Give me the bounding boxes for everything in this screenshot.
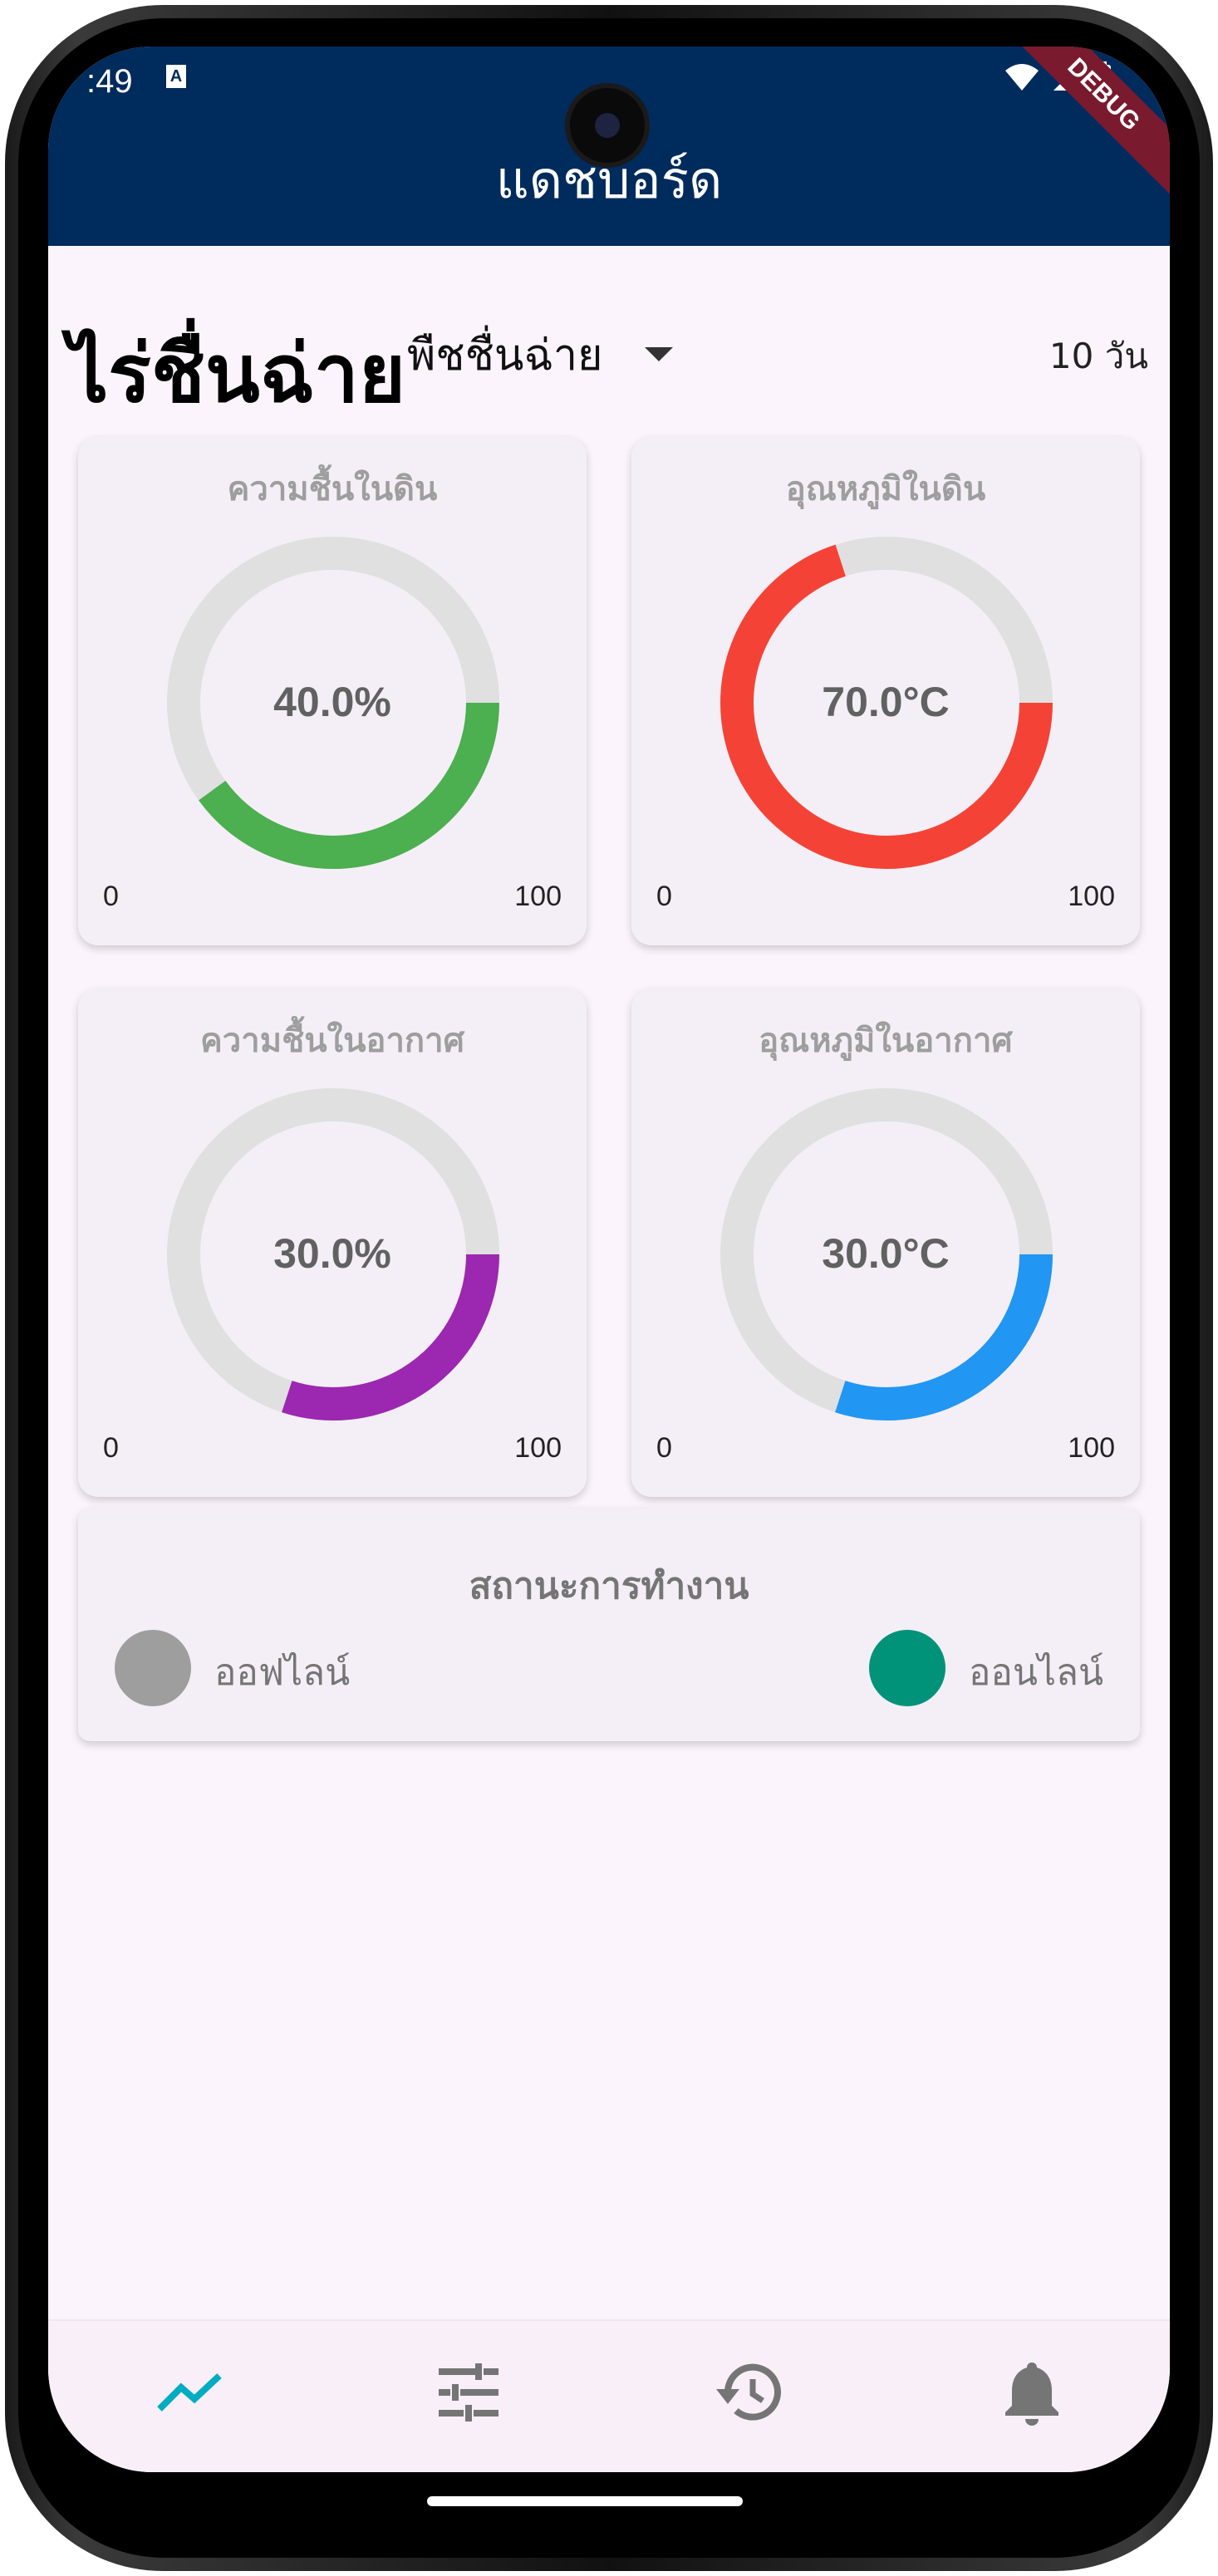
gauge-title: ความชื้นในดิน <box>227 470 438 508</box>
soil-temperature-card: อุณหภูมิในดิน 70.0°C 0 100 <box>631 437 1140 945</box>
gauge-max: 100 <box>1068 1432 1115 1464</box>
crop-dropdown-value: พืชชื่นฉ่าย <box>407 330 603 380</box>
soil-moisture-card: ความชื้นในดิน 40.0% 0 100 <box>78 437 587 945</box>
nav-history[interactable] <box>708 2351 791 2434</box>
status-time: :49 <box>86 63 133 100</box>
gauge-max: 100 <box>514 1432 562 1464</box>
days-label: 10 วัน <box>1049 336 1148 376</box>
gauge-max: 100 <box>514 881 562 912</box>
offline-indicator-icon <box>115 1630 191 1706</box>
online-indicator-icon <box>869 1630 945 1706</box>
gauge-value: 30.0% <box>273 1230 391 1277</box>
farm-title: ไร่ชื่นฉ่าย <box>68 327 406 420</box>
nav-dashboard[interactable] <box>148 2351 231 2434</box>
screen: :49 A แดชบอร์ด DEBUG ไร่ชื่นฉ่าย พืชชื่น… <box>48 47 1170 2472</box>
work-status-card: สถานะการทำงาน ออฟไลน์ ออนไลน์ <box>78 1509 1140 1741</box>
wifi-icon <box>1005 64 1039 91</box>
nav-controls[interactable] <box>427 2351 510 2434</box>
history-icon <box>716 2363 781 2421</box>
app-bar: :49 A แดชบอร์ด DEBUG <box>48 47 1170 246</box>
gauge-value: 70.0°C <box>822 679 950 725</box>
bottom-nav <box>48 2319 1170 2472</box>
gauge-value: 40.0% <box>273 679 391 725</box>
gauge-title: ความชื้นในอากาศ <box>200 1022 464 1060</box>
online-label: ออนไลน์ <box>969 1651 1104 1694</box>
gauge-min: 0 <box>103 1432 119 1464</box>
status-title: สถานะการทำงาน <box>469 1565 749 1607</box>
air-temperature-card: อุณหภูมิในอากาศ 30.0°C 0 100 <box>631 989 1140 1497</box>
caret-down-icon <box>644 346 673 361</box>
gauge-min: 0 <box>656 1432 672 1464</box>
air-humidity-card: ความชื้นในอากาศ 30.0% 0 100 <box>78 989 587 1497</box>
nav-notifications[interactable] <box>990 2351 1073 2434</box>
gauge-value: 30.0°C <box>822 1230 950 1277</box>
bell-icon <box>1005 2363 1058 2426</box>
chart-line-icon <box>157 2373 222 2412</box>
gauge-title: อุณหภูมิในอากาศ <box>759 1022 1013 1060</box>
tune-icon <box>439 2363 498 2421</box>
home-indicator[interactable] <box>427 2496 743 2506</box>
notification-badge-icon: A <box>166 65 186 88</box>
gauge-min: 0 <box>103 881 119 912</box>
crop-dropdown[interactable]: พืชชื่นฉ่าย <box>407 321 673 387</box>
gauge-title: อุณหภูมิในดิน <box>785 470 986 508</box>
phone-frame: :49 A แดชบอร์ด DEBUG ไร่ชื่นฉ่าย พืชชื่น… <box>0 0 1218 2576</box>
offline-label: ออฟไลน์ <box>214 1651 351 1694</box>
gauge-max: 100 <box>1068 881 1115 912</box>
page-title: แดชบอร์ด <box>495 150 723 210</box>
gauge-min: 0 <box>656 881 672 912</box>
